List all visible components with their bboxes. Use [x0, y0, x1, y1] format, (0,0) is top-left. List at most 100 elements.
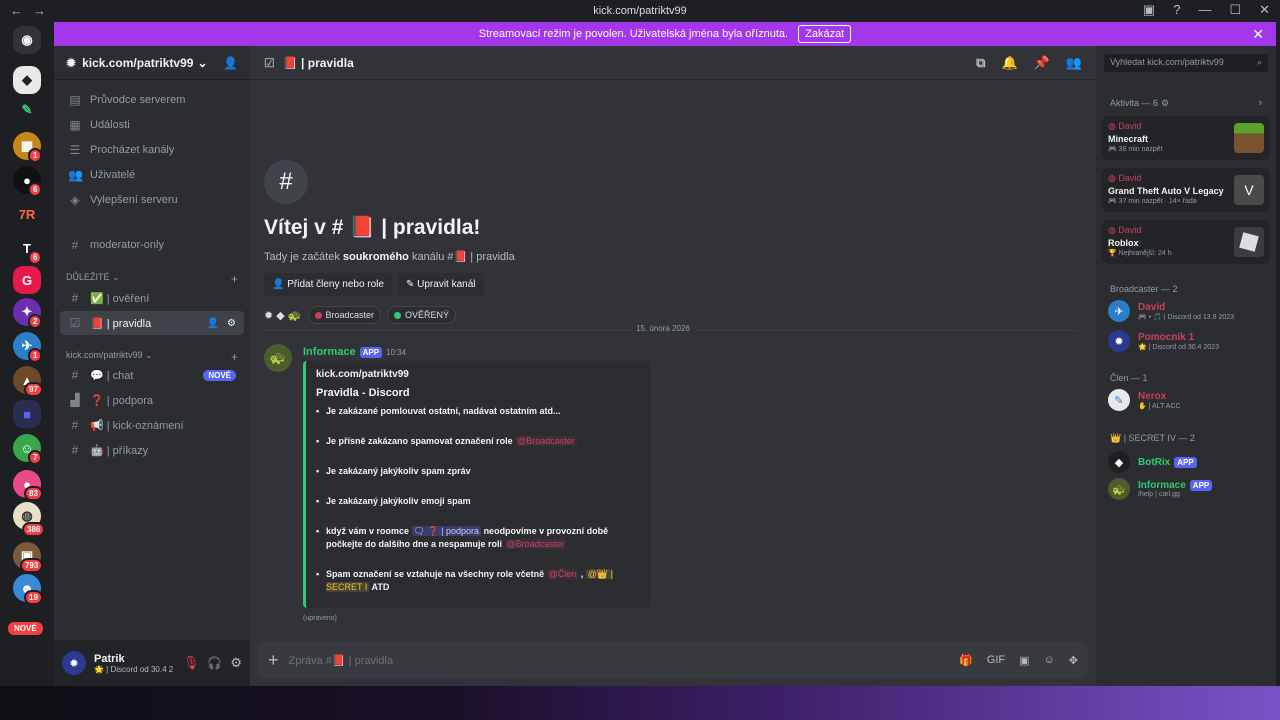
threads-icon[interactable]: ⧉ — [976, 55, 985, 71]
role-tag-verified[interactable]: OVĚŘENÝ — [387, 306, 457, 324]
avatar: ✈ — [1108, 300, 1130, 322]
settings-gear-icon[interactable]: ⚙ — [230, 655, 242, 671]
channel-chat[interactable]: # 💬 | chat NOVÉ — [60, 363, 244, 387]
sidebar-item-boost[interactable]: ◈ Vylepšení serveru — [60, 188, 244, 212]
maximize-icon[interactable]: ☐ — [1229, 2, 1241, 18]
search-input[interactable]: Vyhledat kick.com/patriktv99 ⌕ — [1104, 54, 1268, 72]
welcome-title: Vítej v # 📕 | pravidla! — [264, 216, 481, 239]
disable-button[interactable]: Zakázat — [798, 25, 852, 43]
avatar: 🐢 — [1108, 478, 1130, 500]
channel-mention[interactable]: 🗨 ❓ | podpora — [411, 526, 482, 536]
sidebar-item-events[interactable]: ▦ Události — [60, 113, 244, 137]
url-label[interactable]: kick.com/patriktv99 — [0, 5, 1280, 17]
channel-overeni[interactable]: # ✅ | ověření — [60, 286, 244, 310]
activity-card[interactable]: ◍ David Roblox 🏆 Nejhranější: 24 h — [1102, 220, 1270, 264]
new-servers-badge[interactable]: NOVÉ — [6, 620, 45, 637]
channel-pravidla[interactable]: ☑ 📕 | pravidla 👤 ⚙ — [60, 311, 244, 335]
add-channel-icon[interactable]: + — [231, 272, 238, 286]
hash-icon: # — [71, 238, 79, 252]
gear-icon[interactable]: ⚙ — [227, 318, 236, 329]
minimize-icon[interactable]: — — [1198, 2, 1211, 18]
avatar[interactable]: 🐢 — [264, 344, 292, 372]
server-badge: 7 — [28, 450, 43, 465]
rule-item: Je zakázané pomlouvat ostatní, nadávat o… — [316, 405, 641, 418]
category-important[interactable]: DŮLEŽITÉ ⌄ + — [66, 272, 238, 286]
welcome-subtitle: Tady je začátek soukromého kanálu #📕 | p… — [264, 251, 515, 263]
channel-header: ☑ 📕 | pravidla ⧉ 🔔 📌 👥 — [250, 46, 1096, 80]
gift-icon[interactable]: 🎁 — [959, 654, 973, 667]
bell-icon[interactable]: 🔔 — [1001, 55, 1017, 71]
server-icon-7[interactable]: G — [13, 266, 41, 294]
roblox-icon — [1234, 227, 1264, 257]
sidebar-item-browse[interactable]: ☰ Procházet kanály — [60, 138, 244, 162]
sidebar-item-guide[interactable]: ▤ Průvodce serverem — [60, 88, 244, 112]
message-author[interactable]: Informace — [303, 346, 356, 358]
desktop-wallpaper — [0, 686, 1280, 720]
role-mention[interactable]: @Člen — [546, 569, 579, 579]
member-item[interactable]: ✹ Pomocník 1 🌟 | Discord od 30.4 2023 — [1108, 330, 1268, 352]
headphones-icon[interactable]: 🎧 — [207, 656, 222, 670]
role-tag-broadcaster[interactable]: Broadcaster — [307, 306, 382, 324]
member-item[interactable]: ✎ Nerox ✋ | ALT ACC — [1108, 389, 1268, 411]
edit-channel-button[interactable]: ✎ Upravit kanál — [397, 273, 484, 296]
server-icon-1[interactable]: ◆ — [13, 66, 41, 94]
date-divider-label: 15. února 2026 — [630, 324, 696, 333]
invite-icon[interactable]: 👤 — [223, 56, 238, 70]
channel-podpora[interactable]: ▟ ❓ | podpora — [60, 388, 244, 412]
mute-mic-icon[interactable]: 🎙 — [183, 655, 200, 671]
hash-icon: # — [71, 418, 79, 432]
activity-icon: ◍ — [1108, 121, 1116, 131]
role-mention[interactable]: @Broadcaster — [515, 436, 577, 446]
folder-icon[interactable]: ■ — [13, 400, 41, 428]
members-list-icon[interactable]: 👥 — [1066, 55, 1082, 71]
chevron-right-icon[interactable]: › — [1258, 97, 1262, 109]
add-members-button[interactable]: 👤 Přidat členy nebo role — [264, 273, 392, 296]
rules-list: Je zakázané pomlouvat ostatní, nadávat o… — [316, 405, 641, 594]
member-item[interactable]: ✈ David 🎮 • 🎵 | Discord od 13.8 2023 — [1108, 300, 1268, 322]
emoji-icon[interactable]: ☺ — [1044, 654, 1055, 667]
pin-icon[interactable]: 📌 — [1034, 55, 1050, 71]
edited-label: (upraveno) — [303, 615, 337, 622]
hash-icon: # — [71, 368, 79, 382]
rule-item: Spam označení se vztahuje na všechny rol… — [316, 568, 641, 594]
server-badge: 6 — [28, 250, 43, 265]
add-channel-icon[interactable]: + — [231, 350, 238, 364]
chevron-down-icon: ⌄ — [197, 55, 208, 70]
rules-embed: kick.com/patriktv99 Pravidla - Discord J… — [303, 361, 651, 608]
member-item[interactable]: ◆ BotRix APP — [1108, 451, 1268, 473]
activity-card[interactable]: ◍ David Minecraft 🎮 36 min nazpět — [1102, 116, 1270, 160]
channel-moderator-only[interactable]: # moderator-only — [60, 233, 244, 257]
app-badge: APP — [1189, 480, 1213, 491]
activity-card[interactable]: ◍ David Grand Theft Auto V Legacy 🎮 37 m… — [1102, 168, 1270, 212]
close-window-icon[interactable]: ✕ — [1259, 2, 1270, 18]
sidebar-item-members[interactable]: 👥 Uživatelé — [60, 163, 244, 187]
search-icon: ⌕ — [1256, 57, 1262, 67]
channel-welcome: # Vítej v # 📕 | pravidla! Tady je začáte… — [264, 160, 515, 324]
help-icon[interactable]: ? — [1173, 2, 1180, 18]
role-mention[interactable]: @Broadcaster — [504, 539, 567, 549]
add-attachment-icon[interactable]: + — [268, 650, 279, 671]
screen-share-icon[interactable]: ▣ — [1143, 2, 1155, 18]
sticker-icon[interactable]: ▣ — [1019, 654, 1029, 667]
invite-icon[interactable]: 👤 — [207, 318, 219, 329]
apps-icon[interactable]: ✥ — [1069, 654, 1078, 667]
channel-kick-oznameni[interactable]: # 📢 | kick-oznámení — [60, 413, 244, 437]
server-icon-5[interactable]: 7R — [13, 200, 41, 228]
category-kick[interactable]: kick.com/patriktv99 ⌄ + — [66, 350, 238, 364]
channel-prikazy[interactable]: # 🤖 | příkazy — [60, 438, 244, 462]
server-name: kick.com/patriktv99 — [82, 55, 194, 70]
message-composer[interactable]: + Zpráva #📕 | pravidla 🎁 GIF ▣ ☺ ✥ — [258, 642, 1088, 678]
server-icon-2[interactable]: ✎ — [13, 96, 41, 124]
avatar[interactable]: ✹ — [62, 651, 86, 675]
message-input[interactable]: Zpráva #📕 | pravidla — [289, 654, 394, 667]
controller-icon: 🎮 — [1108, 198, 1117, 205]
minecraft-icon — [1234, 123, 1264, 153]
channel-title: 📕 | pravidla — [282, 55, 354, 70]
discord-home-icon[interactable]: ◉ — [13, 26, 41, 54]
member-header: Člen — 1 — [1110, 373, 1148, 383]
close-banner-icon[interactable]: ✕ — [1252, 26, 1264, 43]
member-item[interactable]: 🐢 Informace APP/help | carl.gg — [1108, 478, 1268, 500]
server-header[interactable]: ✹ kick.com/patriktv99 ⌄ 👤 — [54, 46, 250, 80]
gear-icon: ⚙ — [1161, 97, 1170, 108]
gif-icon[interactable]: GIF — [987, 654, 1005, 667]
